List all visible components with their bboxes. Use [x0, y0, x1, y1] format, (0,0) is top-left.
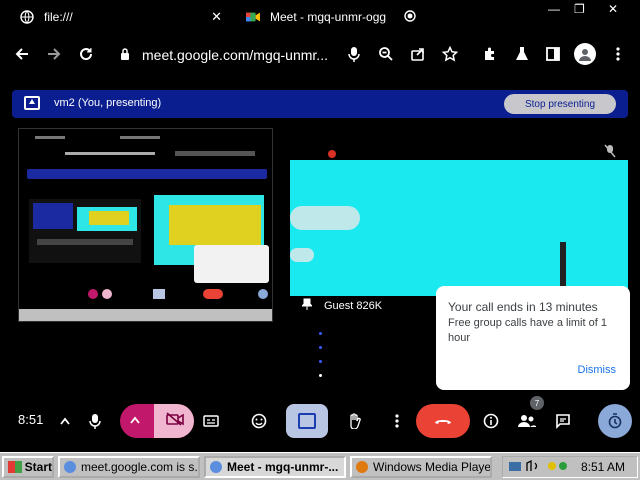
preview-notice	[194, 245, 269, 283]
present-button[interactable]	[286, 404, 328, 438]
self-screen-preview	[18, 128, 273, 322]
media-playing-icon[interactable]	[404, 9, 416, 25]
camera-off-icon	[166, 412, 184, 429]
taskbar-item-label: Windows Media Player	[373, 460, 492, 474]
camera-toggle-button[interactable]	[120, 404, 194, 438]
meeting-time: 8:51	[18, 412, 44, 427]
preview-controls	[23, 287, 271, 301]
notice-title: Your call ends in 13 minutes	[448, 300, 598, 314]
video-cloud	[290, 248, 314, 262]
call-limit-notice: Your call ends in 13 minutes Free group …	[436, 286, 630, 390]
tab-meet[interactable]: Meet - mgq-unmr-ogg	[246, 0, 426, 34]
microphone-icon[interactable]	[82, 408, 108, 434]
captions-icon[interactable]	[198, 408, 224, 434]
taskbar-item[interactable]: Windows Media Player	[350, 456, 492, 478]
presenting-banner: vm2 (You, presenting) Stop presenting	[12, 90, 628, 118]
media-player-icon	[356, 461, 368, 473]
forward-icon[interactable]	[44, 44, 64, 64]
pagination-dots	[319, 332, 322, 388]
profile-icon[interactable]	[574, 43, 596, 65]
chevron-up-icon[interactable]	[52, 408, 78, 434]
guest-name: Guest 826K	[324, 299, 383, 312]
windows-taskbar: Start meet.google.com is s... Meet - mgq…	[0, 452, 640, 480]
more-options-icon[interactable]	[384, 408, 410, 434]
sidepanel-icon[interactable]	[543, 44, 563, 64]
guest-label: Guest 826K	[300, 298, 383, 313]
screen: file:/// ✕ Meet - mgq-unmr-ogg — ❐ ✕ mee…	[0, 0, 640, 480]
chat-icon[interactable]	[550, 408, 576, 434]
end-call-button[interactable]	[416, 404, 470, 438]
guest-video-tile	[290, 160, 628, 296]
taskbar-item[interactable]: meet.google.com is s...	[58, 456, 200, 478]
zoom-icon[interactable]	[376, 44, 396, 64]
preview-browser-chrome	[25, 133, 265, 163]
preview-self-tile	[29, 199, 141, 263]
tray-icons[interactable]	[503, 459, 571, 476]
people-icon[interactable]	[514, 408, 540, 434]
raise-hand-icon[interactable]	[342, 408, 368, 434]
taskbar-item-label: meet.google.com is s...	[81, 460, 200, 474]
dot	[319, 346, 322, 349]
tab-title: Meet - mgq-unmr-ogg	[270, 10, 387, 24]
lock-icon	[120, 47, 130, 63]
timer-icon[interactable]	[598, 404, 632, 438]
window-close-icon[interactable]: ✕	[608, 2, 618, 16]
pin-icon[interactable]	[300, 298, 314, 313]
menu-icon[interactable]	[608, 44, 628, 64]
meet-logo-icon	[246, 10, 260, 24]
start-button[interactable]: Start	[2, 456, 54, 478]
browser-icon	[210, 461, 222, 473]
present-screen-icon	[298, 413, 316, 429]
extensions-icon[interactable]	[480, 44, 500, 64]
present-screen-icon	[24, 96, 40, 110]
star-icon[interactable]	[440, 44, 460, 64]
preview-banner	[27, 169, 267, 179]
url-field[interactable]: meet.google.com/mgq-unmr...	[120, 42, 328, 68]
taskbar-item[interactable]: Meet - mgq-unmr-...	[204, 456, 346, 478]
taskbar-clock: 8:51 AM	[581, 460, 626, 474]
participants-count-badge: 7	[530, 396, 544, 410]
flask-icon[interactable]	[512, 44, 532, 64]
emoji-icon[interactable]	[246, 408, 272, 434]
mic-off-icon	[604, 144, 616, 161]
tab-close-icon[interactable]: ✕	[211, 9, 222, 25]
speaking-indicator-icon	[328, 150, 336, 158]
dismiss-button[interactable]: Dismiss	[578, 364, 617, 376]
meeting-controls: 8:51 7	[0, 396, 640, 442]
tab-file[interactable]: file:/// ✕	[20, 0, 230, 34]
system-tray: 8:51 AM	[502, 456, 638, 478]
dot	[319, 360, 322, 363]
restore-icon[interactable]: ❐	[574, 2, 585, 16]
dot	[319, 332, 322, 335]
share-icon[interactable]	[408, 44, 428, 64]
info-icon[interactable]	[478, 408, 504, 434]
browser-icon	[64, 461, 76, 473]
tab-bar: file:/// ✕ Meet - mgq-unmr-ogg — ❐ ✕	[0, 0, 640, 34]
back-icon[interactable]	[12, 44, 32, 64]
start-label: Start	[24, 460, 52, 474]
taskbar-item-label: Meet - mgq-unmr-...	[227, 460, 339, 474]
mic-icon[interactable]	[344, 44, 364, 64]
preview-taskbar	[19, 309, 272, 321]
chevron-up-icon[interactable]	[130, 413, 140, 427]
stop-presenting-button[interactable]: Stop presenting	[504, 94, 616, 114]
notice-body: Free group calls have a limit of 1 hour	[448, 317, 607, 344]
dot	[319, 374, 322, 377]
reload-icon[interactable]	[76, 44, 96, 64]
video-cloud	[290, 206, 360, 230]
video-object	[560, 242, 566, 286]
globe-icon	[20, 10, 34, 24]
url-text: meet.google.com/mgq-unmr...	[142, 47, 328, 63]
windows-logo-icon	[8, 461, 22, 473]
minimize-icon[interactable]: —	[548, 2, 560, 16]
preview-nested-screen	[169, 205, 261, 245]
tab-title: file:///	[44, 10, 73, 24]
presenting-title: vm2 (You, presenting)	[54, 97, 162, 109]
address-toolbar: meet.google.com/mgq-unmr...	[0, 34, 640, 76]
